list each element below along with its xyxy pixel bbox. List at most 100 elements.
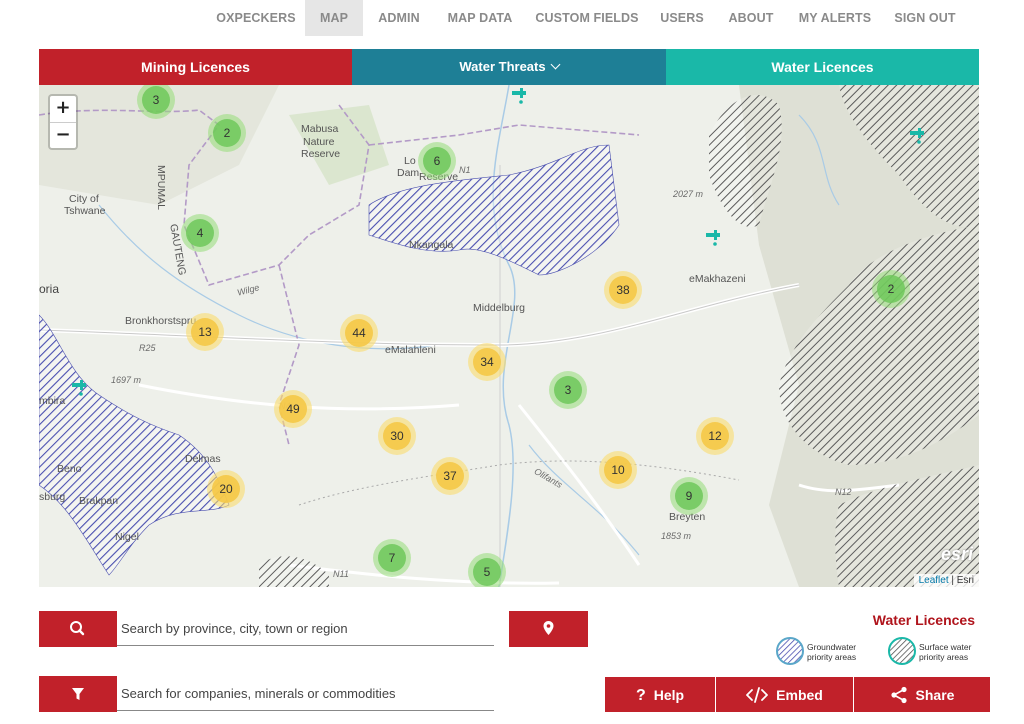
legend-groundwater-label: Groundwater priority areas: [807, 642, 856, 662]
place-label: Dam: [397, 167, 420, 179]
map-canvas[interactable]: Mabusa Nature Reserve Lo Dam Reserve Cit…: [39, 85, 979, 587]
map-basemap: [39, 85, 979, 587]
marker-cluster[interactable]: 20: [207, 470, 245, 508]
place-label: N11: [333, 569, 349, 579]
help-button[interactable]: ? Help: [605, 677, 715, 712]
tab-mining-label: Mining Licences: [141, 59, 250, 75]
place-label: Bronkhorstspru: [125, 315, 197, 327]
place-label: Middelburg: [473, 302, 525, 314]
water-tap-icon[interactable]: [703, 227, 723, 247]
marker-cluster[interactable]: 3: [549, 371, 587, 409]
place-label: Tshwane: [64, 205, 106, 217]
marker-cluster[interactable]: 6: [418, 142, 456, 180]
cluster-count: 3: [554, 376, 582, 404]
cluster-count: 9: [675, 482, 703, 510]
place-label: Nature: [303, 136, 335, 148]
marker-cluster[interactable]: 34: [468, 343, 506, 381]
embed-button[interactable]: Embed: [716, 677, 853, 712]
company-search-input[interactable]: [117, 676, 494, 711]
place-label: 2027 m: [673, 189, 704, 199]
place-label: Mabusa: [301, 123, 339, 135]
cluster-count: 38: [609, 276, 637, 304]
place-label: Nkangala: [409, 239, 454, 251]
place-label: Brakpan: [79, 495, 119, 507]
leaflet-link[interactable]: Leaflet: [919, 575, 949, 586]
zoom-out-button[interactable]: −: [50, 123, 76, 149]
legend-surface-water: Surface water priority areas: [887, 636, 982, 668]
place-label: Nigel: [115, 531, 139, 543]
cluster-count: 49: [279, 395, 307, 423]
tab-water-threats[interactable]: Water Threats: [352, 49, 666, 85]
cluster-count: 34: [473, 348, 501, 376]
water-tap-icon[interactable]: [907, 125, 927, 145]
marker-cluster[interactable]: 37: [431, 457, 469, 495]
embed-label: Embed: [776, 686, 823, 703]
place-label: Delmas: [185, 453, 221, 465]
marker-cluster[interactable]: 38: [604, 271, 642, 309]
tab-water-licences-label: Water Licences: [771, 59, 874, 75]
attribution-separator: |: [948, 575, 957, 586]
marker-cluster[interactable]: 7: [373, 539, 411, 577]
share-button[interactable]: Share: [854, 677, 990, 712]
marker-cluster[interactable]: 49: [274, 390, 312, 428]
legend-groundwater-line2: priority areas: [807, 652, 857, 662]
search-icon: [70, 621, 85, 636]
map-pin-icon: [543, 621, 554, 635]
nav-admin[interactable]: ADMIN: [370, 0, 428, 36]
place-label: eMakhazeni: [689, 273, 746, 285]
place-label: sburg: [39, 491, 66, 503]
marker-cluster[interactable]: 2: [208, 114, 246, 152]
water-tap-icon[interactable]: [509, 85, 529, 105]
marker-cluster[interactable]: 4: [181, 214, 219, 252]
legend-surface-line2: priority areas: [919, 652, 969, 662]
cluster-count: 7: [378, 544, 406, 572]
cluster-count: 13: [191, 318, 219, 346]
cluster-count: 4: [186, 219, 214, 247]
cluster-count: 2: [213, 119, 241, 147]
nav-map[interactable]: MAP: [305, 0, 363, 36]
marker-cluster[interactable]: 12: [696, 417, 734, 455]
nav-map-data[interactable]: MAP DATA: [442, 0, 518, 36]
water-tap-icon[interactable]: [69, 377, 89, 397]
code-icon: [746, 687, 769, 704]
cluster-count: 12: [701, 422, 729, 450]
zoom-control: + −: [48, 94, 78, 150]
place-label: N12: [835, 487, 852, 497]
nav-sign-out[interactable]: SIGN OUT: [890, 0, 960, 36]
share-label: Share: [915, 686, 955, 703]
place-label: R25: [139, 343, 156, 353]
tab-water-licences[interactable]: Water Licences: [666, 49, 979, 85]
nav-oxpeckers[interactable]: OXPECKERS: [214, 0, 298, 36]
nav-users[interactable]: USERS: [656, 0, 708, 36]
esri-attribution: Esri: [956, 575, 974, 586]
cluster-count: 44: [345, 319, 373, 347]
legend-groundwater: Groundwater priority areas: [775, 636, 870, 668]
place-label: eMalahleni: [385, 344, 436, 356]
nav-custom-fields[interactable]: CUSTOM FIELDS: [534, 0, 640, 36]
locate-me-button[interactable]: [509, 611, 588, 647]
marker-cluster[interactable]: 9: [670, 477, 708, 515]
location-search-button[interactable]: [39, 611, 117, 647]
nav-my-alerts[interactable]: MY ALERTS: [796, 0, 874, 36]
question-icon: ?: [635, 686, 646, 704]
tab-mining-licences[interactable]: Mining Licences: [39, 49, 352, 85]
groundwater-hatch-swatch: [776, 637, 804, 665]
surface-water-hatch-swatch: [888, 637, 916, 665]
marker-cluster[interactable]: 13: [186, 313, 224, 351]
nav-about[interactable]: ABOUT: [724, 0, 778, 36]
place-label: oria: [39, 282, 60, 296]
marker-cluster[interactable]: 44: [340, 314, 378, 352]
cluster-count: 2: [877, 275, 905, 303]
marker-cluster[interactable]: 5: [468, 553, 506, 587]
place-label: Beno: [57, 463, 82, 475]
marker-cluster[interactable]: 10: [599, 451, 637, 489]
place-label: City of: [69, 193, 99, 205]
marker-cluster[interactable]: 2: [872, 270, 910, 308]
location-search-input[interactable]: [117, 611, 494, 646]
filter-button[interactable]: [39, 676, 117, 712]
legend-title: Water Licences: [872, 612, 975, 628]
marker-cluster[interactable]: 30: [378, 417, 416, 455]
legend-surface-line1: Surface water: [919, 642, 972, 652]
zoom-in-button[interactable]: +: [50, 96, 76, 123]
cluster-count: 10: [604, 456, 632, 484]
